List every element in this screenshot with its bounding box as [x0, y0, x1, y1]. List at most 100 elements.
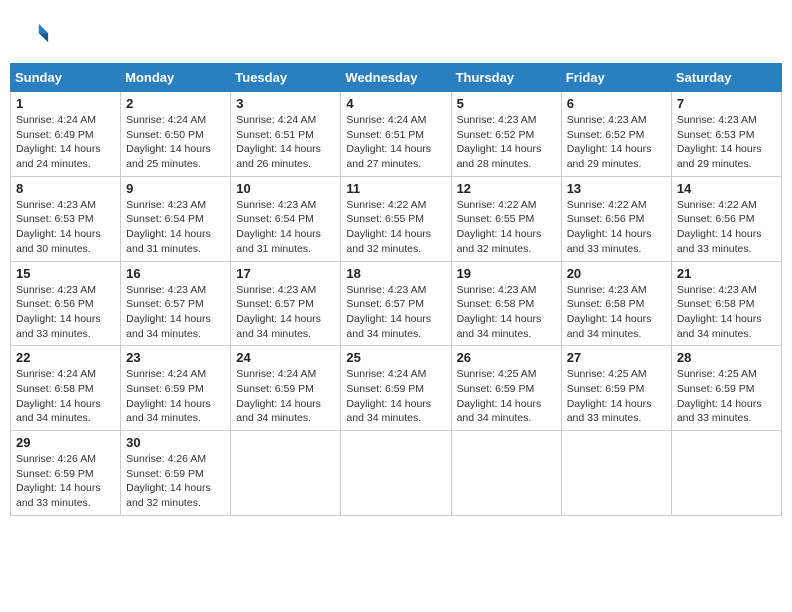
day-number: 17 [236, 266, 335, 281]
day-number: 9 [126, 181, 225, 196]
calendar-cell: 15 Sunrise: 4:23 AMSunset: 6:56 PMDayligh… [11, 261, 121, 346]
day-number: 15 [16, 266, 115, 281]
day-info: Sunrise: 4:24 AMSunset: 6:59 PMDaylight:… [236, 367, 335, 426]
calendar-cell [671, 431, 781, 516]
calendar-cell: 3 Sunrise: 4:24 AMSunset: 6:51 PMDaylight… [231, 92, 341, 177]
calendar-week-4: 22 Sunrise: 4:24 AMSunset: 6:58 PMDayligh… [11, 346, 782, 431]
day-info: Sunrise: 4:23 AMSunset: 6:52 PMDaylight:… [457, 113, 556, 172]
day-info: Sunrise: 4:23 AMSunset: 6:57 PMDaylight:… [236, 283, 335, 342]
calendar-cell [451, 431, 561, 516]
calendar-cell: 5Sunrise: 4:23 AMSunset: 6:52 PMDaylight… [451, 92, 561, 177]
day-number: 19 [457, 266, 556, 281]
calendar-cell: 9 Sunrise: 4:23 AMSunset: 6:54 PMDaylight… [121, 176, 231, 261]
day-number: 13 [567, 181, 666, 196]
day-info: Sunrise: 4:26 AMSunset: 6:59 PMDaylight:… [126, 452, 225, 511]
day-number: 21 [677, 266, 776, 281]
calendar-cell: 18 Sunrise: 4:23 AMSunset: 6:57 PMDayligh… [341, 261, 451, 346]
calendar-cell: 27 Sunrise: 4:25 AMSunset: 6:59 PMDayligh… [561, 346, 671, 431]
day-info: Sunrise: 4:26 AMSunset: 6:59 PMDaylight:… [16, 452, 115, 511]
calendar-cell: 4Sunrise: 4:24 AMSunset: 6:51 PMDaylight… [341, 92, 451, 177]
calendar-cell: 14 Sunrise: 4:22 AMSunset: 6:56 PMDayligh… [671, 176, 781, 261]
day-number: 25 [346, 350, 445, 365]
calendar-week-5: 29 Sunrise: 4:26 AMSunset: 6:59 PMDayligh… [11, 431, 782, 516]
calendar-cell: 30Sunrise: 4:26 AMSunset: 6:59 PMDayligh… [121, 431, 231, 516]
header-wednesday: Wednesday [341, 64, 451, 92]
header-thursday: Thursday [451, 64, 561, 92]
day-info: Sunrise: 4:23 AMSunset: 6:57 PMDaylight:… [126, 283, 225, 342]
day-info: Sunrise: 4:24 AMSunset: 6:59 PMDaylight:… [346, 367, 445, 426]
day-info: Sunrise: 4:22 AMSunset: 6:56 PMDaylight:… [677, 198, 776, 257]
calendar-cell: 10 Sunrise: 4:23 AMSunset: 6:54 PMDayligh… [231, 176, 341, 261]
calendar-cell [561, 431, 671, 516]
day-info: Sunrise: 4:22 AMSunset: 6:55 PMDaylight:… [457, 198, 556, 257]
calendar-table: SundayMondayTuesdayWednesdayThursdayFrid… [10, 63, 782, 516]
day-info: Sunrise: 4:24 AMSunset: 6:50 PMDaylight:… [126, 113, 225, 172]
day-number: 20 [567, 266, 666, 281]
day-info: Sunrise: 4:23 AMSunset: 6:53 PMDaylight:… [16, 198, 115, 257]
calendar-cell: 13 Sunrise: 4:22 AMSunset: 6:56 PMDayligh… [561, 176, 671, 261]
day-number: 7 [677, 96, 776, 111]
day-info: Sunrise: 4:23 AMSunset: 6:58 PMDaylight:… [457, 283, 556, 342]
page-header [10, 10, 782, 63]
calendar-cell: 26 Sunrise: 4:25 AMSunset: 6:59 PMDayligh… [451, 346, 561, 431]
calendar-cell: 24 Sunrise: 4:24 AMSunset: 6:59 PMDayligh… [231, 346, 341, 431]
day-info: Sunrise: 4:23 AMSunset: 6:54 PMDaylight:… [236, 198, 335, 257]
day-info: Sunrise: 4:23 AMSunset: 6:53 PMDaylight:… [677, 113, 776, 172]
calendar-cell: 28 Sunrise: 4:25 AMSunset: 6:59 PMDayligh… [671, 346, 781, 431]
day-number: 16 [126, 266, 225, 281]
calendar-cell [231, 431, 341, 516]
day-number: 12 [457, 181, 556, 196]
day-number: 6 [567, 96, 666, 111]
day-info: Sunrise: 4:24 AMSunset: 6:58 PMDaylight:… [16, 367, 115, 426]
day-info: Sunrise: 4:23 AMSunset: 6:58 PMDaylight:… [677, 283, 776, 342]
day-number: 10 [236, 181, 335, 196]
calendar-cell: 29 Sunrise: 4:26 AMSunset: 6:59 PMDayligh… [11, 431, 121, 516]
calendar-cell: 19 Sunrise: 4:23 AMSunset: 6:58 PMDayligh… [451, 261, 561, 346]
day-info: Sunrise: 4:25 AMSunset: 6:59 PMDaylight:… [457, 367, 556, 426]
header-monday: Monday [121, 64, 231, 92]
day-info: Sunrise: 4:25 AMSunset: 6:59 PMDaylight:… [567, 367, 666, 426]
day-info: Sunrise: 4:23 AMSunset: 6:58 PMDaylight:… [567, 283, 666, 342]
day-number: 14 [677, 181, 776, 196]
day-number: 29 [16, 435, 115, 450]
calendar-cell: 1 Sunrise: 4:24 AMSunset: 6:49 PMDaylight… [11, 92, 121, 177]
day-info: Sunrise: 4:24 AMSunset: 6:51 PMDaylight:… [346, 113, 445, 172]
day-info: Sunrise: 4:22 AMSunset: 6:56 PMDaylight:… [567, 198, 666, 257]
calendar-cell: 20 Sunrise: 4:23 AMSunset: 6:58 PMDayligh… [561, 261, 671, 346]
calendar-cell: 7 Sunrise: 4:23 AMSunset: 6:53 PMDaylight… [671, 92, 781, 177]
header-saturday: Saturday [671, 64, 781, 92]
day-info: Sunrise: 4:24 AMSunset: 6:51 PMDaylight:… [236, 113, 335, 172]
day-number: 24 [236, 350, 335, 365]
day-number: 28 [677, 350, 776, 365]
day-number: 23 [126, 350, 225, 365]
day-number: 26 [457, 350, 556, 365]
calendar-cell: 17 Sunrise: 4:23 AMSunset: 6:57 PMDayligh… [231, 261, 341, 346]
calendar-week-2: 8 Sunrise: 4:23 AMSunset: 6:53 PMDaylight… [11, 176, 782, 261]
day-info: Sunrise: 4:23 AMSunset: 6:56 PMDaylight:… [16, 283, 115, 342]
header-tuesday: Tuesday [231, 64, 341, 92]
day-info: Sunrise: 4:23 AMSunset: 6:54 PMDaylight:… [126, 198, 225, 257]
calendar-cell: 16 Sunrise: 4:23 AMSunset: 6:57 PMDayligh… [121, 261, 231, 346]
calendar-cell: 2 Sunrise: 4:24 AMSunset: 6:50 PMDaylight… [121, 92, 231, 177]
day-number: 22 [16, 350, 115, 365]
day-number: 1 [16, 96, 115, 111]
day-number: 8 [16, 181, 115, 196]
day-info: Sunrise: 4:22 AMSunset: 6:55 PMDaylight:… [346, 198, 445, 257]
calendar-cell: 23 Sunrise: 4:24 AMSunset: 6:59 PMDayligh… [121, 346, 231, 431]
calendar-cell [341, 431, 451, 516]
day-number: 18 [346, 266, 445, 281]
day-info: Sunrise: 4:23 AMSunset: 6:57 PMDaylight:… [346, 283, 445, 342]
day-info: Sunrise: 4:24 AMSunset: 6:59 PMDaylight:… [126, 367, 225, 426]
day-number: 2 [126, 96, 225, 111]
calendar-header-row: SundayMondayTuesdayWednesdayThursdayFrid… [11, 64, 782, 92]
day-number: 3 [236, 96, 335, 111]
logo [20, 20, 54, 53]
header-friday: Friday [561, 64, 671, 92]
day-info: Sunrise: 4:25 AMSunset: 6:59 PMDaylight:… [677, 367, 776, 426]
calendar-cell: 8 Sunrise: 4:23 AMSunset: 6:53 PMDaylight… [11, 176, 121, 261]
day-number: 11 [346, 181, 445, 196]
logo-icon [22, 20, 50, 48]
day-number: 27 [567, 350, 666, 365]
day-info: Sunrise: 4:24 AMSunset: 6:49 PMDaylight:… [16, 113, 115, 172]
calendar-cell: 22 Sunrise: 4:24 AMSunset: 6:58 PMDayligh… [11, 346, 121, 431]
